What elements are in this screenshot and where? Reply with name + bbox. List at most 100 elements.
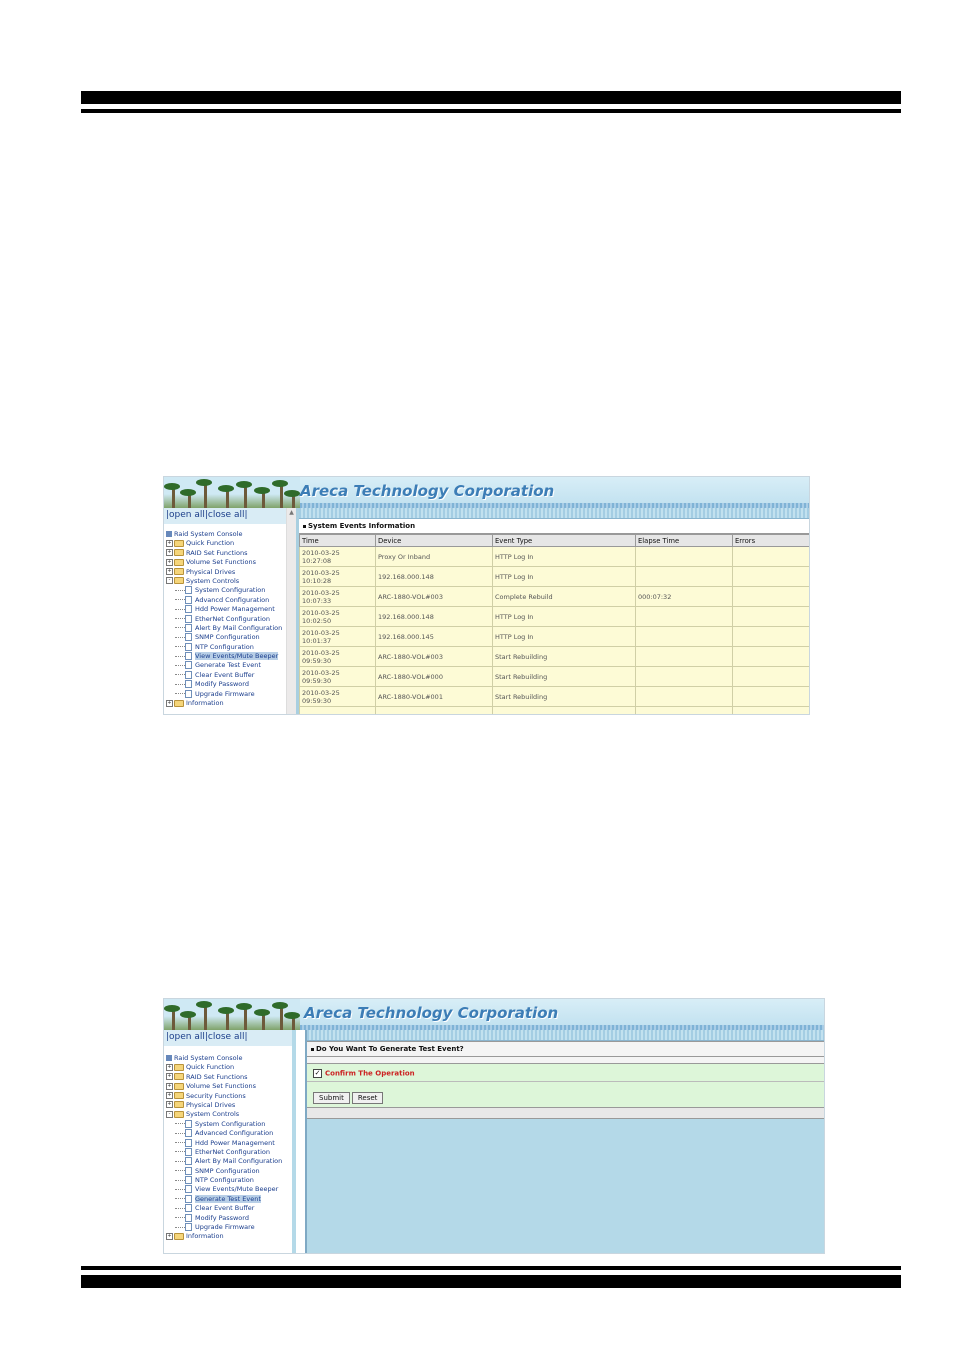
tree-item-view-events-mute-beeper[interactable]: View Events/Mute Beeper bbox=[166, 652, 296, 661]
tree-item-physical-drives[interactable]: + Physical Drives bbox=[166, 1101, 292, 1110]
tree-item-ntp-configuration[interactable]: NTP Configuration bbox=[166, 642, 296, 652]
spacer-row bbox=[307, 1057, 824, 1064]
plus-icon[interactable]: + bbox=[166, 539, 173, 547]
confirm-checkbox[interactable]: ✓ bbox=[313, 1069, 322, 1078]
page-icon bbox=[185, 661, 192, 670]
tree-item-information[interactable]: + Information bbox=[166, 1232, 292, 1241]
tree-item-label: Generate Test Event bbox=[195, 661, 261, 670]
submit-button[interactable]: Submit bbox=[313, 1092, 350, 1104]
event-type-cell: HTTP Log In bbox=[492, 546, 636, 567]
tree-item-volume-set-functions[interactable]: + Volume Set Functions bbox=[166, 1082, 292, 1091]
content-area: Do You Want To Generate Test Event? ✓ Con… bbox=[305, 1030, 824, 1253]
tree-item-upgrade-firmware[interactable]: Upgrade Firmware bbox=[166, 689, 296, 699]
tree-item-generate-test-event[interactable]: Generate Test Event bbox=[166, 1194, 292, 1204]
tree-item-label: Quick Function bbox=[186, 1063, 235, 1072]
tree-connector bbox=[175, 1151, 185, 1153]
palm-trees-logo bbox=[164, 477, 300, 508]
sidebar-scrollbar[interactable]: ▲ bbox=[286, 508, 296, 714]
page-icon bbox=[185, 614, 192, 623]
tree-item-system-configuration[interactable]: System Configuration bbox=[166, 586, 296, 595]
tree-item-security-functions[interactable]: + Security Functions bbox=[166, 1092, 292, 1101]
tree-item-ntp-configuration[interactable]: NTP Configuration bbox=[166, 1176, 292, 1185]
tree-item-modify-password[interactable]: Modify Password bbox=[166, 680, 296, 689]
tree-item-system-configuration[interactable]: System Configuration bbox=[166, 1119, 292, 1129]
tree-item-label: View Events/Mute Beeper bbox=[195, 652, 279, 661]
tree-item-volume-set-functions[interactable]: + Volume Set Functions bbox=[166, 558, 296, 567]
minus-icon[interactable]: - bbox=[166, 577, 173, 585]
tree-item-label: Hdd Power Management bbox=[195, 605, 275, 614]
plus-icon[interactable]: + bbox=[166, 1092, 173, 1100]
folder-icon bbox=[174, 1073, 184, 1081]
tree-item-alert-by-mail-configuration[interactable]: Alert By Mail Configuration bbox=[166, 623, 296, 633]
palm-frond bbox=[164, 1005, 180, 1012]
page-icon bbox=[185, 1138, 192, 1147]
plus-icon[interactable]: + bbox=[166, 549, 173, 557]
tree-item-label: System Controls bbox=[186, 1110, 240, 1119]
tree-item-view-events-mute-beeper[interactable]: View Events/Mute Beeper bbox=[166, 1185, 292, 1194]
tree-item-alert-by-mail-configuration[interactable]: Alert By Mail Configuration bbox=[166, 1157, 292, 1166]
date-text: 2010-03-25 bbox=[302, 628, 340, 637]
folder-icon bbox=[174, 1232, 184, 1240]
plus-icon[interactable]: + bbox=[166, 1101, 173, 1109]
tree-item-advanced-configuration[interactable]: Advanced Configuration bbox=[166, 1129, 292, 1138]
tree-item-system-controls[interactable]: - System Controls bbox=[166, 577, 296, 586]
open-close-all-link[interactable]: |open all|close all| bbox=[164, 508, 287, 524]
panel-title: Do You Want To Generate Test Event? bbox=[307, 1041, 824, 1057]
tree-item-snmp-configuration[interactable]: SNMP Configuration bbox=[166, 633, 296, 642]
tree-item-label: System Configuration bbox=[195, 1119, 266, 1128]
tree-item-ethernet-configuration[interactable]: EtherNet Configuration bbox=[166, 614, 296, 624]
plus-icon[interactable]: + bbox=[166, 1082, 173, 1090]
tree-item-modify-password[interactable]: Modify Password bbox=[166, 1213, 292, 1223]
tree-item-physical-drives[interactable]: + Physical Drives bbox=[166, 568, 296, 577]
folder-icon bbox=[174, 1082, 184, 1090]
tree-connector bbox=[175, 1132, 185, 1134]
errors-cell bbox=[732, 706, 809, 714]
plus-icon[interactable]: + bbox=[166, 1063, 173, 1071]
folder-icon bbox=[174, 699, 184, 707]
tree-item-clear-event-buffer[interactable]: Clear Event Buffer bbox=[166, 670, 296, 680]
event-type-cell: HTTP Log In bbox=[492, 626, 636, 647]
tree-item-advancd-configuration[interactable]: Advancd Configuration bbox=[166, 595, 296, 605]
reset-button[interactable]: Reset bbox=[351, 1092, 384, 1104]
plus-icon[interactable]: + bbox=[166, 568, 173, 576]
tree-item-system-controls[interactable]: - System Controls bbox=[166, 1110, 292, 1119]
tree-item-quick-function[interactable]: + Quick Function bbox=[166, 1063, 292, 1072]
tree-item-information[interactable]: + Information bbox=[166, 699, 296, 708]
tree-item-raid-system-console[interactable]: Raid System Console bbox=[166, 1054, 292, 1063]
tree-item-upgrade-firmware[interactable]: Upgrade Firmware bbox=[166, 1223, 292, 1232]
page-icon bbox=[185, 689, 192, 698]
minus-icon[interactable]: - bbox=[166, 1110, 173, 1118]
tree-item-raid-set-functions[interactable]: + RAID Set Functions bbox=[166, 1073, 292, 1082]
clock-text: 10:10:28 bbox=[302, 576, 332, 585]
plus-icon[interactable]: + bbox=[166, 699, 173, 707]
tree-item-label: Upgrade Firmware bbox=[195, 1223, 255, 1232]
page-icon bbox=[185, 623, 192, 632]
tree-item-label: Alert By Mail Configuration bbox=[195, 1157, 283, 1166]
column-header: Errors bbox=[732, 534, 809, 547]
tree-item-hdd-power-management[interactable]: Hdd Power Management bbox=[166, 1138, 292, 1148]
tree-item-clear-event-buffer[interactable]: Clear Event Buffer bbox=[166, 1204, 292, 1213]
tree-item-label: Quick Function bbox=[186, 539, 235, 548]
elapse-time-cell bbox=[635, 686, 733, 707]
page-icon bbox=[185, 1129, 192, 1138]
plus-icon[interactable]: + bbox=[166, 1232, 173, 1240]
corp-title: Areca Technology Corporation bbox=[300, 482, 555, 500]
tree-connector bbox=[175, 589, 185, 591]
date-text: 2010-03-25 bbox=[302, 713, 373, 715]
plus-icon[interactable]: + bbox=[166, 1073, 173, 1081]
open-close-all-link[interactable]: |open all|close all| bbox=[164, 1030, 292, 1046]
tree-item-generate-test-event[interactable]: Generate Test Event bbox=[166, 661, 296, 670]
tree-item-hdd-power-management[interactable]: Hdd Power Management bbox=[166, 605, 296, 614]
plus-icon[interactable]: + bbox=[166, 558, 173, 566]
tree-item-quick-function[interactable]: + Quick Function bbox=[166, 539, 296, 548]
tree-item-label: Security Functions bbox=[186, 1091, 246, 1100]
banner: Areca Technology Corporation bbox=[164, 999, 824, 1030]
folder-icon bbox=[174, 577, 184, 585]
confirm-label: Confirm The Operation bbox=[325, 1069, 415, 1078]
tree-item-raid-system-console[interactable]: Raid System Console bbox=[166, 530, 296, 539]
scroll-up-arrow-icon[interactable]: ▲ bbox=[287, 508, 296, 517]
tree-item-ethernet-configuration[interactable]: EtherNet Configuration bbox=[166, 1147, 292, 1157]
tree-item-raid-set-functions[interactable]: + RAID Set Functions bbox=[166, 549, 296, 558]
tree-item-snmp-configuration[interactable]: SNMP Configuration bbox=[166, 1166, 292, 1176]
tree-item-label: Advancd Configuration bbox=[195, 595, 270, 604]
